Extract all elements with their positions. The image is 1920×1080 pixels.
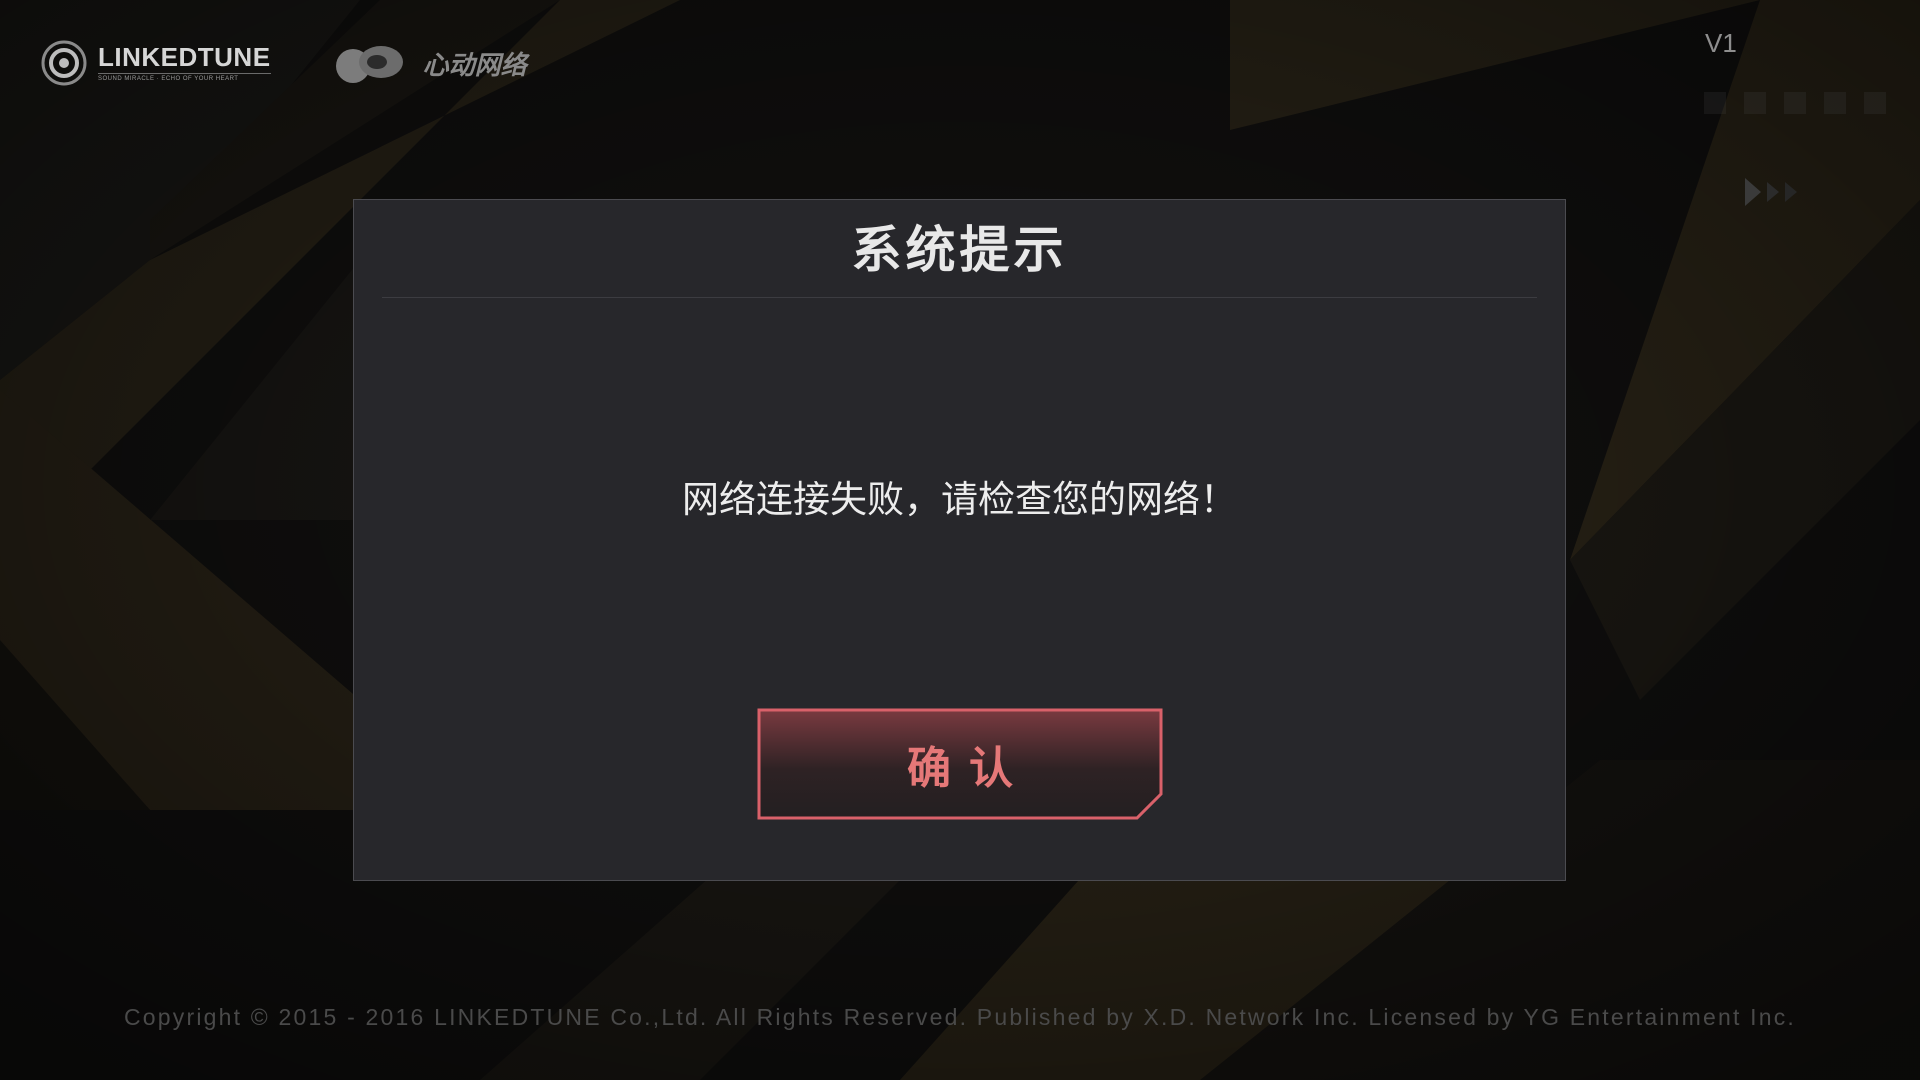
top-logos: LINKEDTUNE SOUND MIRACLE · ECHO OF YOUR … xyxy=(40,38,527,88)
xd-network-logo: 心动网络 xyxy=(331,38,527,88)
faint-icon xyxy=(1824,92,1846,114)
confirm-button-label: 确认 xyxy=(907,743,1031,794)
faint-icon xyxy=(1744,92,1766,114)
faint-status-icons xyxy=(1704,92,1886,114)
linkedtune-emblem-icon xyxy=(41,40,87,86)
faint-icon xyxy=(1864,92,1886,114)
arrow-triangles-icon xyxy=(1745,178,1797,206)
system-dialog: 系统提示 网络连接失败，请检查您的网络！ 确认 xyxy=(353,199,1566,881)
xd-cloud-icon xyxy=(335,46,403,83)
confirm-button[interactable]: 确认 xyxy=(757,708,1163,820)
linkedtune-wordmark: LINKEDTUNE xyxy=(98,42,271,72)
dialog-divider xyxy=(382,297,1537,298)
version-label: V1 xyxy=(1705,28,1737,58)
xd-network-wordmark: 心动网络 xyxy=(422,50,527,81)
linkedtune-logo: LINKEDTUNE SOUND MIRACLE · ECHO OF YOUR … xyxy=(40,39,271,87)
faint-icon xyxy=(1704,92,1726,114)
dialog-message: 网络连接失败，请检查您的网络！ xyxy=(682,478,1237,521)
linkedtune-tagline: SOUND MIRACLE · ECHO OF YOUR HEART xyxy=(98,73,271,82)
dialog-title: 系统提示 xyxy=(851,221,1068,279)
copyright-text: Copyright © 2015 - 2016 LINKEDTUNE Co.,L… xyxy=(123,1004,1797,1030)
faint-icon xyxy=(1784,92,1806,114)
